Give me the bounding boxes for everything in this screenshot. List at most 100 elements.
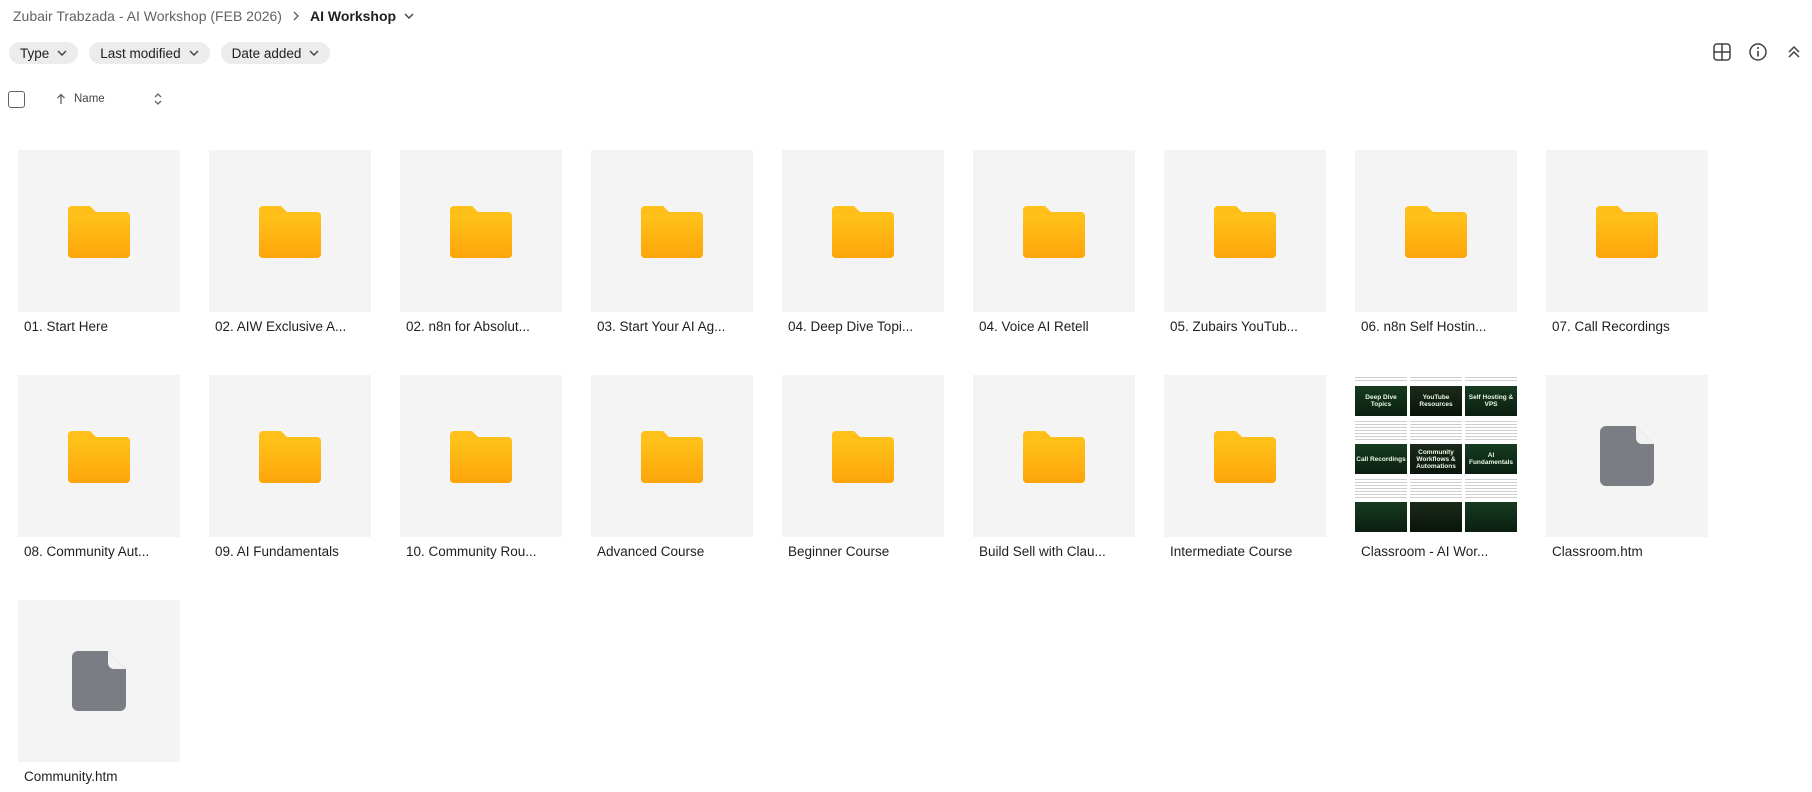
filter-label: Type	[20, 45, 50, 61]
preview-text-lines	[1410, 375, 1462, 383]
grid-item-image[interactable]: Deep Dive Topics YouTube Resources Self Ho…	[1355, 375, 1517, 562]
file-icon	[18, 600, 180, 762]
grid-item-folder[interactable]: Beginner Course	[782, 375, 944, 562]
item-name: Build Sell with Clau...	[979, 544, 1106, 559]
preview-card: YouTube Resources	[1410, 386, 1462, 416]
preview-text-lines	[1355, 477, 1407, 499]
filter-type[interactable]: Type	[9, 42, 79, 64]
preview-text-lines	[1355, 375, 1407, 383]
item-name: 10. Community Rou...	[406, 544, 537, 559]
grid-item-folder[interactable]: 04. Deep Dive Topi...	[782, 150, 944, 337]
preview-text-lines	[1465, 477, 1517, 499]
grid-item-folder[interactable]: Advanced Course	[591, 375, 753, 562]
preview-card	[1410, 502, 1462, 532]
grid-item-file[interactable]: Classroom.htm	[1546, 375, 1708, 562]
filter-label: Last modified	[100, 45, 181, 61]
folder-icon	[1164, 150, 1326, 312]
grid-item-folder[interactable]: 10. Community Rou...	[400, 375, 562, 562]
grid-item-folder[interactable]: Build Sell with Clau...	[973, 375, 1135, 562]
view-toolbar	[1704, 40, 1812, 64]
preview-card: Self Hosting & VPS	[1465, 386, 1517, 416]
folder-icon	[209, 150, 371, 312]
item-name: Intermediate Course	[1170, 544, 1293, 559]
item-name: Classroom - AI Wor...	[1361, 544, 1489, 559]
filter-date-added[interactable]: Date added	[220, 42, 331, 64]
item-name: 03. Start Your AI Ag...	[597, 319, 726, 334]
item-name: Community.htm	[24, 769, 118, 784]
grid-item-folder[interactable]: 02. AIW Exclusive A...	[209, 150, 371, 337]
item-name: 06. n8n Self Hostin...	[1361, 319, 1487, 334]
item-name: 08. Community Aut...	[24, 544, 150, 559]
sort-toggle-icon[interactable]	[153, 92, 163, 106]
name-column-header[interactable]: Name	[74, 93, 105, 105]
preview-card	[1355, 502, 1407, 532]
item-name: Beginner Course	[788, 544, 890, 559]
folder-icon	[782, 150, 944, 312]
info-icon[interactable]	[1740, 40, 1776, 64]
arrow-up-icon[interactable]	[56, 93, 66, 105]
folder-icon	[591, 375, 753, 537]
item-name: 09. AI Fundamentals	[215, 544, 339, 559]
image-thumbnail: Deep Dive Topics YouTube Resources Self Ho…	[1355, 375, 1517, 537]
filter-last-modified[interactable]: Last modified	[89, 42, 210, 64]
grid-item-folder[interactable]: Intermediate Course	[1164, 375, 1326, 562]
breadcrumb-parent[interactable]: Zubair Trabzada - AI Workshop (FEB 2026)	[13, 8, 282, 24]
preview-card: Call Recordings	[1355, 444, 1407, 474]
grid-item-file[interactable]: Community.htm	[18, 600, 180, 787]
chevron-down-icon[interactable]	[404, 12, 414, 20]
folder-icon	[782, 375, 944, 537]
grid-item-folder[interactable]: 03. Start Your AI Ag...	[591, 150, 753, 337]
chevron-right-icon	[292, 11, 300, 21]
folder-icon	[1164, 375, 1326, 537]
preview-text-lines	[1410, 419, 1462, 441]
breadcrumb: Zubair Trabzada - AI Workshop (FEB 2026)…	[13, 4, 414, 28]
file-grid: 01. Start Here 02. AIW Exclusive A... 02. …	[18, 150, 1708, 787]
grid-item-folder[interactable]: 06. n8n Self Hostin...	[1355, 150, 1517, 337]
preview-card: Community Workflows & Automations	[1410, 444, 1462, 474]
item-name: 04. Voice AI Retell	[979, 319, 1089, 334]
preview-card	[1465, 502, 1517, 532]
item-name: 04. Deep Dive Topi...	[788, 319, 914, 334]
grid-item-folder[interactable]: 05. Zubairs YouTub...	[1164, 150, 1326, 337]
grid-view-icon[interactable]	[1704, 40, 1740, 64]
grid-item-folder[interactable]: 09. AI Fundamentals	[209, 375, 371, 562]
item-name: 01. Start Here	[24, 319, 109, 334]
filter-bar: Type Last modified Date added	[9, 42, 331, 64]
filter-label: Date added	[231, 45, 302, 61]
preview-text-lines	[1410, 477, 1462, 499]
grid-item-folder[interactable]: 02. n8n for Absolut...	[400, 150, 562, 337]
file-icon	[1546, 375, 1708, 537]
list-header: Name	[8, 89, 163, 109]
folder-icon	[973, 150, 1135, 312]
folder-icon	[591, 150, 753, 312]
preview-text-lines	[1465, 375, 1517, 383]
item-name: 05. Zubairs YouTub...	[1170, 319, 1298, 334]
preview-card: Deep Dive Topics	[1355, 386, 1407, 416]
grid-item-folder[interactable]: 08. Community Aut...	[18, 375, 180, 562]
preview-text-lines	[1465, 419, 1517, 441]
classroom-preview: Deep Dive Topics YouTube Resources Self Ho…	[1355, 375, 1517, 537]
item-name: Classroom.htm	[1552, 544, 1643, 559]
grid-item-folder[interactable]: 07. Call Recordings	[1546, 150, 1708, 337]
item-name: 02. AIW Exclusive A...	[215, 319, 347, 334]
folder-icon	[209, 375, 371, 537]
folder-icon	[1355, 150, 1517, 312]
item-name: 07. Call Recordings	[1552, 319, 1670, 334]
grid-item-folder[interactable]: 01. Start Here	[18, 150, 180, 337]
breadcrumb-current: AI Workshop	[309, 8, 397, 24]
collapse-icon[interactable]	[1776, 40, 1812, 64]
grid-item-folder[interactable]: 04. Voice AI Retell	[973, 150, 1135, 337]
select-all-checkbox[interactable]	[8, 90, 25, 108]
chevron-down-icon	[309, 49, 319, 57]
folder-icon	[18, 375, 180, 537]
preview-text-lines	[1355, 419, 1407, 441]
folder-icon	[973, 375, 1135, 537]
item-name: Advanced Course	[597, 544, 705, 559]
preview-card: AI Fundamentals	[1465, 444, 1517, 474]
folder-icon	[400, 375, 562, 537]
chevron-down-icon	[57, 49, 67, 57]
folder-icon	[18, 150, 180, 312]
folder-icon	[1546, 150, 1708, 312]
chevron-down-icon	[189, 49, 199, 57]
item-name: 02. n8n for Absolut...	[406, 319, 530, 334]
